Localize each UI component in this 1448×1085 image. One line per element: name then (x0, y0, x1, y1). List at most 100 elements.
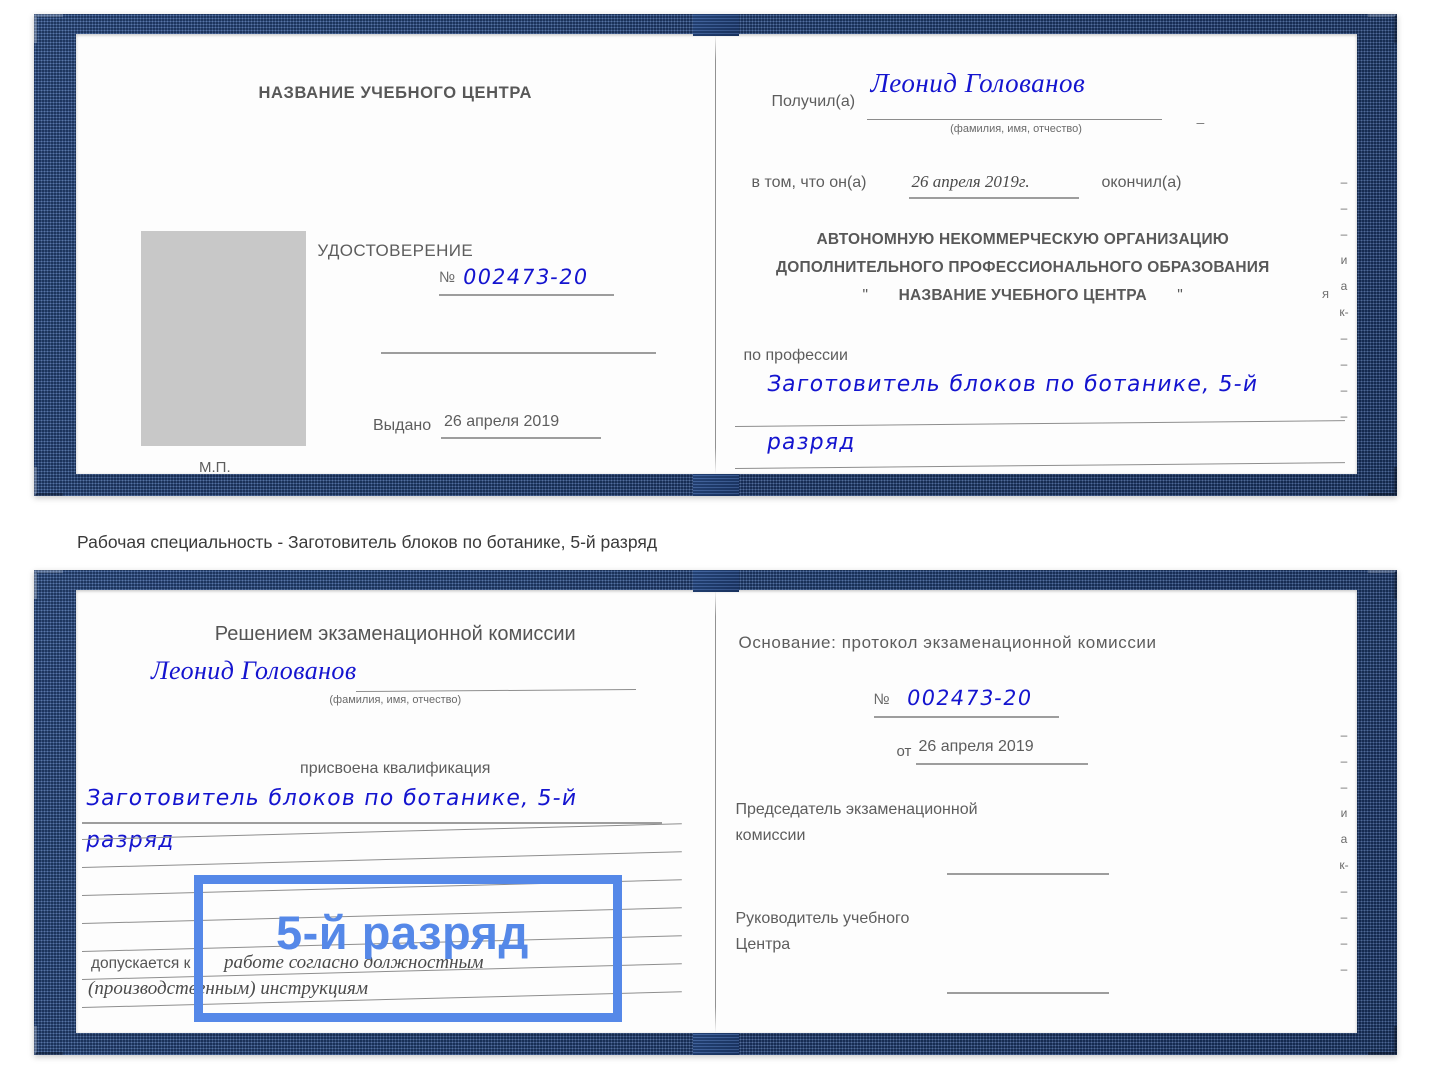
cover-bevel-bottom-left (34, 467, 63, 496)
chairman-line-2: комиссии (735, 827, 806, 844)
edge-column-text: – – – и а к- – – – – (1333, 169, 1355, 429)
booklet-inner-pages-top: НАЗВАНИЕ УЧЕБНОГО ЦЕНТРА УДОСТОВЕРЕНИЕ №… (76, 14, 1358, 496)
edge-col-item: и (1340, 806, 1348, 820)
basis-label: Основание: протокол экзаменационной коми… (738, 633, 1157, 652)
head-line-2: Центра (735, 936, 791, 953)
fio-hint: (фамилия, имя, отчество) (329, 694, 462, 706)
received-name-underline (866, 119, 1162, 120)
cover-bevel-bottom-right (1368, 467, 1397, 496)
finish-date-underline (908, 197, 1079, 199)
org-line-1: АВТОНОМНУЮ НЕКОММЕРЧЕСКУЮ ОРГАНИЗАЦИЮ (816, 231, 1229, 248)
spine-notch-bottom (692, 474, 739, 496)
allowed-label: допускается к (91, 955, 191, 972)
edge-dash-top: – (1196, 114, 1205, 130)
edge-col-item: и (1340, 253, 1348, 267)
profession-value-line-2: разряд (764, 430, 858, 455)
booklet-inner-pages-bottom: Решением экзаменационной комиссии Леонид… (76, 570, 1358, 1055)
protocol-number-symbol: № (873, 691, 890, 708)
head-line-1: Руководитель учебного (735, 910, 910, 927)
profession-rule-2 (734, 462, 1345, 469)
protocol-number-value: 002473-20 (904, 686, 1034, 710)
org-line-2: ДОПОЛНИТЕЛЬНОГО ПРОФЕССИОНАЛЬНОГО ОБРАЗО… (776, 259, 1270, 276)
chairman-line-1: Председатель экзаменационной (735, 801, 978, 818)
edge-col-item: – (1340, 936, 1348, 950)
head-signature-line (946, 992, 1109, 994)
fio-hint: (фамилия, имя, отчество) (950, 123, 1082, 135)
edge-col-item: к- (1339, 858, 1349, 872)
certificate-label: УДОСТОВЕРЕНИЕ (317, 241, 474, 260)
edge-col-item: к- (1339, 305, 1349, 319)
issued-label: Выдано (373, 417, 432, 434)
cover-bevel-bottom-left (34, 1026, 63, 1055)
edge-col-item: – (1340, 884, 1348, 898)
page-bottom-left: Решением экзаменационной комиссии Леонид… (76, 590, 715, 1033)
number-underline (439, 294, 614, 296)
profession-value-line-1: Заготовитель блоков по ботанике, 5-й (764, 372, 1260, 397)
edge-col-item: а (1340, 279, 1348, 293)
blank-rule-1 (381, 352, 656, 354)
decision-name-value: Леонид Голованов (151, 656, 357, 685)
org-quote-close: " (1177, 287, 1183, 304)
spine-notch-top (692, 570, 739, 592)
page-bottom-right: Основание: протокол экзаменационной коми… (719, 590, 1358, 1033)
highlight-label: 5-й разряд (276, 906, 529, 959)
certificate-booklet-top: НАЗВАНИЕ УЧЕБНОГО ЦЕНТРА УДОСТОВЕРЕНИЕ №… (34, 14, 1397, 496)
edge-col-item: – (1340, 331, 1348, 345)
edge-col-item: – (1340, 780, 1348, 794)
org-name: НАЗВАНИЕ УЧЕБНОГО ЦЕНТРА (898, 287, 1147, 304)
edge-col-item: – (1340, 728, 1348, 742)
edge-col-item: – (1340, 910, 1348, 924)
in-that-label: в том, что он(а) (751, 174, 867, 191)
qualification-rule-1 (82, 822, 662, 824)
from-date-underline (915, 763, 1088, 765)
finish-date-value: 26 апреля 2019г. (911, 172, 1030, 191)
edge-col-item: – (1340, 201, 1348, 215)
photo-placeholder (141, 231, 306, 446)
stamp-label: М.П. (199, 459, 231, 474)
cover-bevel-top-left (34, 14, 63, 43)
page-spine-line (714, 590, 716, 1033)
certificate-booklet-bottom: Решением экзаменационной комиссии Леонид… (34, 570, 1397, 1055)
edge-col-item: – (1340, 227, 1348, 241)
caption-text: Рабочая специальность - Заготовитель бло… (77, 532, 658, 552)
protocol-number-underline (873, 716, 1059, 718)
page-top-left: НАЗВАНИЕ УЧЕБНОГО ЦЕНТРА УДОСТОВЕРЕНИЕ №… (76, 34, 715, 474)
page-top-right: Получил(а) Леонид Голованов (фамилия, им… (719, 34, 1358, 474)
edge-col-item: – (1340, 409, 1348, 423)
edge-col-item: – (1340, 754, 1348, 768)
spine-notch-bottom (692, 1033, 739, 1055)
qualification-value-line-2: разряд (84, 828, 177, 853)
decision-title: Решением экзаменационной комиссии (214, 623, 576, 645)
edge-col-item: – (1340, 357, 1348, 371)
cover-bevel-top-right (1368, 570, 1397, 599)
chairman-signature-line (946, 873, 1109, 875)
cover-bevel-top-right (1368, 14, 1397, 43)
issued-date-value: 26 апреля 2019 (444, 413, 560, 430)
finished-label: окончил(а) (1101, 174, 1182, 191)
decision-name-underline (355, 689, 636, 692)
from-date-value: 26 апреля 2019 (918, 738, 1034, 755)
edge-col-item: – (1340, 383, 1348, 397)
page-spine-line (714, 34, 716, 474)
issued-date-underline (441, 437, 601, 439)
from-label: от (896, 743, 912, 760)
org-quote-open: " (862, 287, 869, 304)
received-label: Получил(а) (771, 93, 856, 110)
qualification-label: присвоена квалификация (300, 760, 491, 777)
qualification-value-line-1: Заготовитель блоков по ботанике, 5-й (84, 786, 580, 811)
number-symbol: № (439, 269, 456, 286)
profession-label: по профессии (743, 347, 848, 364)
spine-notch-top (692, 14, 739, 36)
cover-bevel-top-left (34, 570, 63, 599)
edge-col-item: – (1340, 962, 1348, 976)
profession-rule-1 (734, 420, 1345, 427)
training-center-title: НАЗВАНИЕ УЧЕБНОГО ЦЕНТРА (258, 84, 532, 102)
cover-bevel-bottom-right (1368, 1026, 1397, 1055)
received-name-value: Леонид Голованов (870, 68, 1086, 98)
edge-col-item: а (1340, 832, 1348, 846)
edge-letter-ya: я (1321, 286, 1329, 301)
edge-col-item: – (1340, 175, 1348, 189)
edge-column-text: – – – и а к- – – – – (1333, 722, 1355, 982)
certificate-number-value: 002473-20 (461, 265, 591, 289)
page-rule-2 (81, 851, 682, 868)
